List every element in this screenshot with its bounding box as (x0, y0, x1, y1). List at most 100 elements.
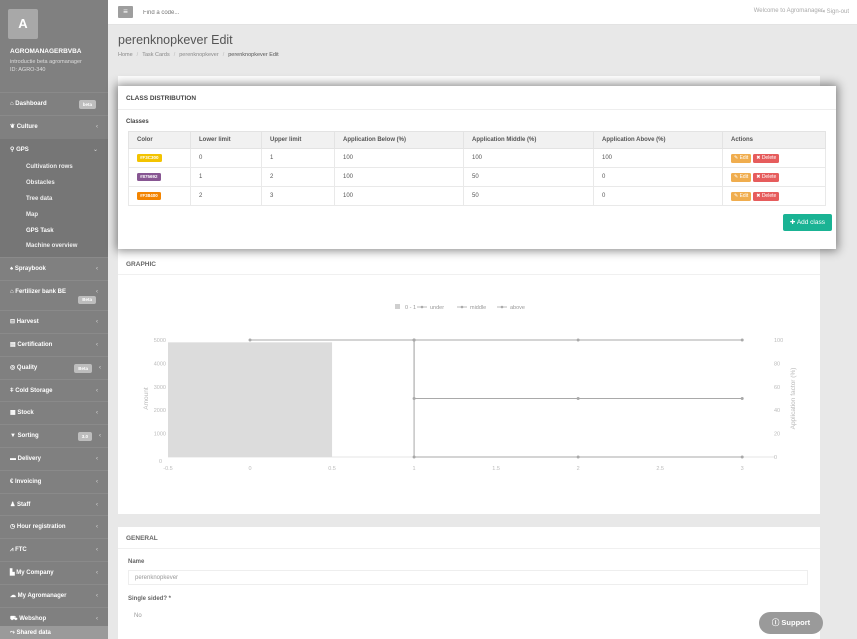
x-tick-label: 3 (741, 466, 744, 472)
series-point-middle (740, 397, 744, 400)
company-name: AGROMANAGERBVBA (10, 48, 82, 55)
sidebar-item-hour-registration[interactable]: ◷ Hour registration ‹ (0, 515, 108, 538)
classes-subtitle: Classes (126, 119, 149, 125)
y-tick-label: 0 (159, 459, 162, 465)
add-class-button[interactable]: ✚ Add class (782, 214, 832, 231)
lower-limit-cell: 2 (190, 186, 262, 206)
name-field[interactable]: perenknopkever (128, 570, 808, 585)
series-point-under (740, 338, 744, 342)
column-header: Color (128, 131, 191, 149)
sidebar-subitem-cultivation-rows[interactable]: Cultivation rows (0, 160, 108, 177)
breadcrumb-task[interactable]: perenknopkever (179, 52, 218, 58)
sidebar-item-label: Shared data (16, 630, 51, 636)
sidebar-item-fertilizer-bank[interactable]: ⌂ Fertilizer bank BE ‹ Beta (0, 280, 108, 310)
chevron-left-icon: ‹ (96, 524, 98, 531)
sidebar-item-quality[interactable]: ◎ Quality Beta ‹ (0, 355, 108, 379)
basket-icon: ⊟ (10, 319, 17, 326)
column-header: Application Below (%) (334, 131, 464, 149)
below-cell: 100 (334, 167, 464, 187)
sidebar-item-harvest[interactable]: ⊟ Harvest ‹ (0, 310, 108, 333)
breadcrumb-current: perenknopkever Edit (228, 52, 279, 58)
chevron-left-icon: ‹ (96, 410, 98, 417)
help-icon: ⓘ (771, 618, 782, 627)
upper-limit-cell: 3 (261, 186, 335, 206)
sidebar-item-certification[interactable]: ▤ Certification ‹ (0, 332, 108, 356)
sidebar-item-spraybook[interactable]: ♠ Spraybook ‹ (0, 257, 108, 280)
chevron-left-icon: ‹ (96, 501, 98, 508)
edit-label: Edit (739, 154, 749, 161)
support-button[interactable]: ⓘ Support (759, 612, 823, 634)
edit-button[interactable]: ✎ Edit (731, 153, 752, 163)
edit-button[interactable]: ✎ Edit (731, 191, 752, 201)
class-distribution-title: CLASS DISTRIBUTION (126, 95, 197, 102)
legend-label: 0 - 1 (405, 305, 416, 311)
beta-badge: beta (78, 100, 96, 109)
sidebar-item-ftc[interactable]: ⩘ FTC ‹ (0, 538, 108, 561)
filter-icon: ▼ (10, 433, 18, 440)
series-point-under (576, 338, 580, 342)
y2-tick-label: 100 (774, 338, 783, 344)
sidebar-subitem-obstacles[interactable]: Obstacles (0, 176, 108, 192)
color-chip: #F3C300 (137, 154, 162, 162)
sidebar-item-my-agromanager[interactable]: ☁ My Agromanager ‹ (0, 583, 108, 607)
chevron-left-icon: ‹ (96, 266, 98, 273)
general-panel: GENERAL Name perenknopkever Single sided… (118, 527, 820, 639)
chevron-left-icon: ‹ (96, 341, 98, 348)
search-input[interactable] (143, 6, 343, 19)
sidebar-subitem-map[interactable]: Map (0, 207, 108, 224)
breadcrumb-home[interactable]: Home (118, 52, 133, 58)
plus-icon: ✚ (789, 219, 797, 226)
sidebar-item-my-company[interactable]: ▙ My Company ‹ (0, 560, 108, 584)
sidebar-item-sorting[interactable]: ▼ Sorting 3.0 ‹ (0, 424, 108, 447)
series-point-above (412, 455, 416, 459)
sidebar-nav: ⌂ Dashboard beta ❦ Culture ‹ ⚲ GPS ⌄ Cul… (0, 92, 108, 629)
column-header: Upper limit (261, 131, 335, 149)
edit-label: Edit (739, 173, 749, 180)
clock-icon: ◷ (10, 524, 17, 531)
delete-button[interactable]: ✖ Delete (753, 191, 780, 201)
sidebar-item-invoicing[interactable]: € Invoicing ‹ (0, 469, 108, 493)
edit-button[interactable]: ✎ Edit (731, 172, 752, 182)
sidebar-item-staff[interactable]: ♟ Staff ‹ (0, 492, 108, 516)
chevron-left-icon: ‹ (96, 387, 98, 394)
sidebar-item-culture[interactable]: ❦ Culture ‹ (0, 114, 108, 138)
sidebar-item-label: Webshop (19, 615, 47, 622)
y2-tick-label: 0 (774, 455, 777, 461)
delete-button[interactable]: ✖ Delete (753, 172, 780, 182)
single-sided-select[interactable]: No (128, 609, 808, 624)
y-tick-label: 1000 (154, 432, 166, 438)
sidebar-item-label: Dashboard (15, 101, 47, 107)
sidebar-subitem-tree-data[interactable]: Tree data (0, 191, 108, 208)
chevron-left-icon: ‹ (96, 289, 98, 296)
lower-limit-cell: 0 (190, 148, 262, 168)
sidebar-item-cold-storage[interactable]: ǂ Cold Storage ‹ (0, 378, 108, 402)
beta-badge: Beta (74, 363, 92, 373)
sidebar-item-label: Cold Storage (15, 387, 53, 394)
sidebar-item-delivery[interactable]: ▬ Delivery ‹ (0, 446, 108, 470)
menu-toggle-icon[interactable]: ≡ (118, 6, 133, 18)
sidebar-item-stock[interactable]: ▦ Stock ‹ (0, 401, 108, 424)
sign-out-link[interactable]: ⇥ Sign-out (820, 8, 849, 15)
breadcrumb-task-cards[interactable]: Task Cards (142, 52, 170, 58)
above-cell: 0 (593, 186, 723, 206)
color-chip: #875692 (137, 173, 161, 181)
avatar[interactable]: A (8, 9, 38, 39)
graphic-title: GRAPHIC (126, 261, 156, 268)
chevron-left-icon: ‹ (96, 319, 98, 326)
sidebar-item-gps[interactable]: ⚲ GPS ⌄ (0, 137, 108, 161)
lower-limit-cell: 1 (190, 167, 262, 187)
delete-button[interactable]: ✖ Delete (753, 153, 780, 163)
chevron-left-icon: ‹ (96, 455, 98, 462)
leaf-icon: ❦ (10, 123, 17, 130)
sidebar-subitem-machine-overview[interactable]: Machine overview (0, 239, 108, 258)
table-row: #875692 1 2 100 50 0 ✎ Edit ✖ Delete (128, 167, 826, 187)
x-tick-label: 2.5 (656, 466, 664, 472)
sidebar-item-shared-data[interactable]: ⤳ Shared data (0, 626, 108, 639)
single-sided-label: Single sided? * (128, 596, 172, 602)
sidebar-item-dashboard[interactable]: ⌂ Dashboard beta (0, 92, 108, 115)
truck-icon: ▬ (10, 455, 18, 462)
x-tick-label: -0.5 (163, 466, 172, 472)
sidebar-subitem-gps-task[interactable]: GPS Task (0, 223, 108, 240)
page-title: perenknopkever Edit (118, 33, 233, 47)
sidebar-item-label: Certification (17, 341, 53, 348)
